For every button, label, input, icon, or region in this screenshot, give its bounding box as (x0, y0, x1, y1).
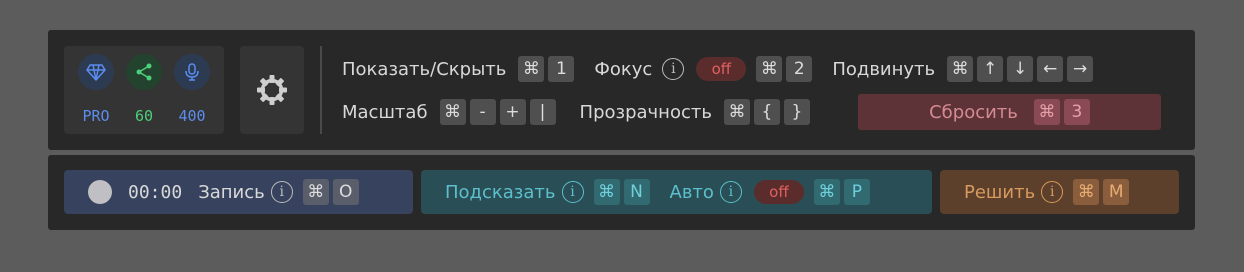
solve-key-cmd: ⌘ (1073, 179, 1100, 205)
scale-key-cmd: ⌘ (439, 99, 466, 125)
scale-key-minus: - (469, 99, 496, 125)
focus-info-icon[interactable]: i (662, 58, 685, 80)
move-key-right: → (1067, 56, 1094, 82)
settings-button[interactable] (240, 46, 304, 134)
auto-label: Авто (669, 181, 714, 203)
solve-button[interactable]: Решить i ⌘ M (940, 170, 1179, 214)
pro-indicator[interactable] (78, 54, 114, 90)
hint-key-cmd: ⌘ (593, 179, 620, 205)
record-button[interactable]: 00:00 Запись i ⌘ O (64, 170, 413, 214)
focus-key-cmd: ⌘ (756, 56, 783, 82)
record-timer: 00:00 (128, 181, 183, 203)
solve-info-icon[interactable]: i (1041, 181, 1064, 203)
move-key-cmd: ⌘ (947, 56, 974, 82)
auto-key-cmd: ⌘ (813, 179, 840, 205)
plan-label: PRO (82, 107, 110, 125)
mic-count: 400 (178, 107, 206, 125)
record-info-icon[interactable]: i (270, 181, 293, 203)
focus-key-2: 2 (786, 56, 813, 82)
auto-info-icon[interactable]: i (719, 181, 742, 203)
controls-panel: PRO 60 400 Показать/Скрыть ⌘ 1 Фокус i o… (48, 30, 1195, 150)
record-key-o: O (332, 179, 359, 205)
auto-toggle[interactable]: off (753, 180, 804, 204)
microphone-icon (185, 63, 199, 81)
move-key-down: ↓ (1007, 56, 1034, 82)
scale-key-plus: + (499, 99, 526, 125)
gear-icon (257, 75, 287, 105)
show-hide-key-cmd: ⌘ (518, 56, 545, 82)
reset-button[interactable]: Сбросить ⌘ 3 (858, 94, 1161, 130)
hint-info-icon[interactable]: i (561, 181, 584, 203)
status-card: PRO 60 400 (64, 46, 224, 134)
opacity-key-cmd: ⌘ (723, 99, 750, 125)
opacity-label: Прозрачность (579, 101, 712, 123)
solve-label: Решить (964, 181, 1036, 203)
shortcut-row-2: Масштаб ⌘ - + | Прозрачность ⌘ { } (342, 98, 810, 126)
scale-key-bar: | (529, 99, 556, 125)
show-hide-label: Показать/Скрыть (342, 58, 507, 80)
hint-key-n: N (623, 179, 650, 205)
solve-key-m: M (1103, 179, 1130, 205)
scale-label: Масштаб (342, 101, 428, 123)
microphone-indicator[interactable] (174, 54, 210, 90)
focus-label: Фокус (594, 58, 653, 80)
move-key-up: ↑ (977, 56, 1004, 82)
move-key-left: ← (1037, 56, 1064, 82)
record-dot-icon (88, 180, 112, 204)
diamond-icon (86, 64, 106, 81)
focus-toggle[interactable]: off (696, 57, 747, 81)
divider (320, 46, 322, 134)
share-icon (136, 63, 152, 81)
opacity-key-open-brace: { (753, 99, 780, 125)
share-indicator[interactable] (126, 54, 162, 90)
reset-label: Сбросить (929, 101, 1018, 123)
show-hide-key-1: 1 (548, 56, 575, 82)
hint-segment: Подсказать i ⌘ N Авто i off ⌘ P (421, 170, 932, 214)
record-label: Запись (198, 181, 265, 203)
share-count: 60 (134, 107, 154, 125)
record-key-cmd: ⌘ (302, 179, 329, 205)
reset-key-cmd: ⌘ (1033, 99, 1060, 125)
auto-key-p: P (843, 179, 870, 205)
reset-key-3: 3 (1063, 99, 1090, 125)
move-label: Подвинуть (832, 58, 936, 80)
hint-button[interactable]: Подсказать (445, 182, 556, 203)
shortcut-row-1: Показать/Скрыть ⌘ 1 Фокус i off ⌘ 2 Подв… (342, 55, 1094, 83)
opacity-key-close-brace: } (783, 99, 810, 125)
actions-panel: 00:00 Запись i ⌘ O Подсказать i ⌘ N Авто… (48, 155, 1195, 230)
